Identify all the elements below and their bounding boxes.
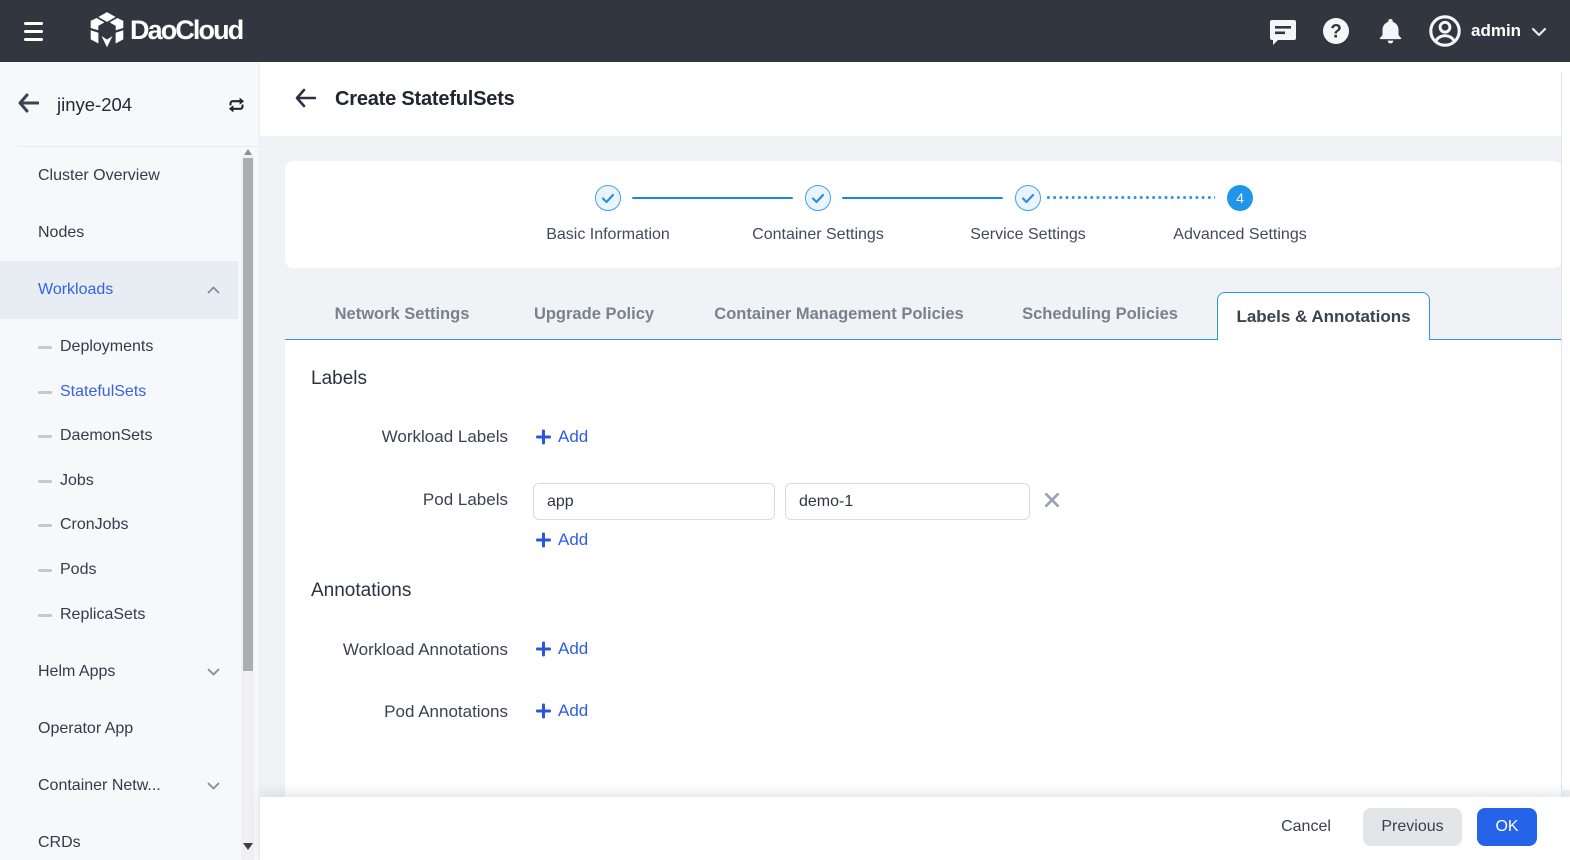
svg-text:?: ? xyxy=(1330,22,1342,43)
